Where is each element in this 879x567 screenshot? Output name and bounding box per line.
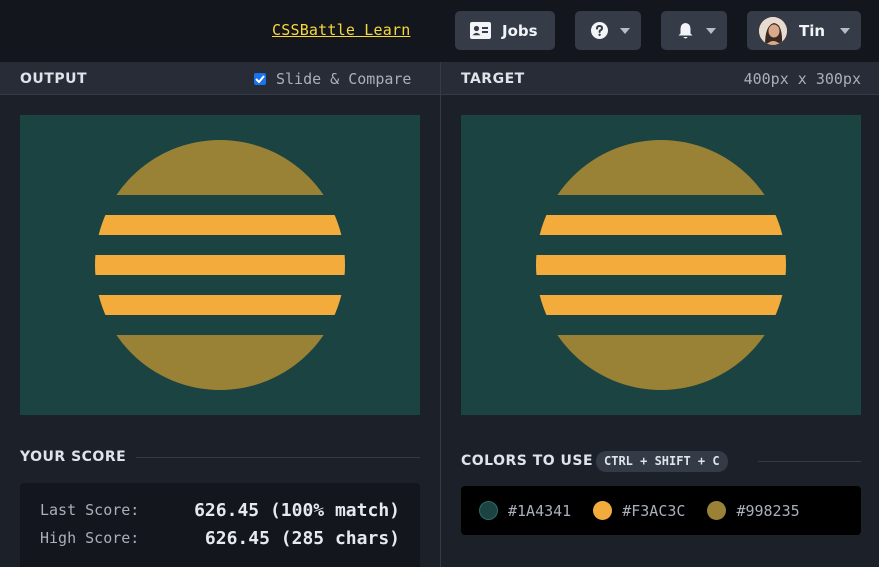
help-menu-button[interactable] xyxy=(575,11,641,50)
user-name: Tin xyxy=(799,21,826,40)
target-canvas xyxy=(461,115,861,415)
id-card-icon xyxy=(470,22,491,39)
color-swatch[interactable]: #998235 xyxy=(707,501,800,520)
output-canvas[interactable] xyxy=(20,115,420,415)
chevron-down-icon xyxy=(620,28,630,34)
score-panel: Last Score: 626.45 (100% match) High Sco… xyxy=(20,483,420,567)
slide-compare-checkbox[interactable] xyxy=(254,73,266,85)
jobs-label: Jobs xyxy=(502,21,538,40)
output-title: OUTPUT xyxy=(20,71,87,87)
target-header: TARGET 400px x 300px xyxy=(441,62,879,95)
slide-compare-label: Slide & Compare xyxy=(276,70,412,88)
avatar xyxy=(759,16,787,45)
output-header: OUTPUT Slide & Compare xyxy=(0,62,440,95)
colors-panel: #1A4341 #F3AC3C #998235 xyxy=(461,486,861,535)
color-dot xyxy=(707,501,727,520)
user-menu-button[interactable]: Tin xyxy=(747,11,861,50)
colors-shortcut-badge: CTRL + SHIFT + C xyxy=(596,451,728,472)
color-swatch[interactable]: #F3AC3C xyxy=(593,501,685,520)
panel-divider xyxy=(440,62,441,567)
question-circle-icon xyxy=(591,22,608,39)
target-dimensions: 400px x 300px xyxy=(743,70,861,88)
checkmark-icon xyxy=(255,75,265,83)
target-title: TARGET xyxy=(461,71,525,87)
color-dot xyxy=(593,501,613,520)
last-score-value: 626.45 (100% match) xyxy=(194,500,400,521)
colors-title: COLORS TO USE xyxy=(461,453,594,469)
chevron-down-icon xyxy=(840,28,850,34)
bell-icon xyxy=(678,22,693,38)
color-swatch[interactable]: #1A4341 xyxy=(479,501,571,520)
chevron-down-icon xyxy=(706,28,716,34)
top-bar: CSSBattle Learn Jobs Tin xyxy=(0,0,879,62)
cssbattle-learn-link[interactable]: CSSBattle Learn xyxy=(272,21,410,39)
color-hex: #1A4341 xyxy=(508,501,572,520)
score-divider xyxy=(136,457,420,458)
colors-divider xyxy=(758,461,861,462)
notifications-button[interactable] xyxy=(661,11,727,50)
high-score-label: High Score: xyxy=(40,529,140,547)
jobs-button[interactable]: Jobs xyxy=(455,11,555,50)
color-hex: #F3AC3C xyxy=(622,501,686,520)
high-score-value: 626.45 (285 chars) xyxy=(204,528,400,549)
score-title: YOUR SCORE xyxy=(20,449,127,465)
last-score-label: Last Score: xyxy=(40,501,140,519)
color-dot xyxy=(479,501,498,520)
color-hex: #998235 xyxy=(736,501,800,520)
slide-compare-toggle[interactable]: Slide & Compare xyxy=(254,70,411,88)
